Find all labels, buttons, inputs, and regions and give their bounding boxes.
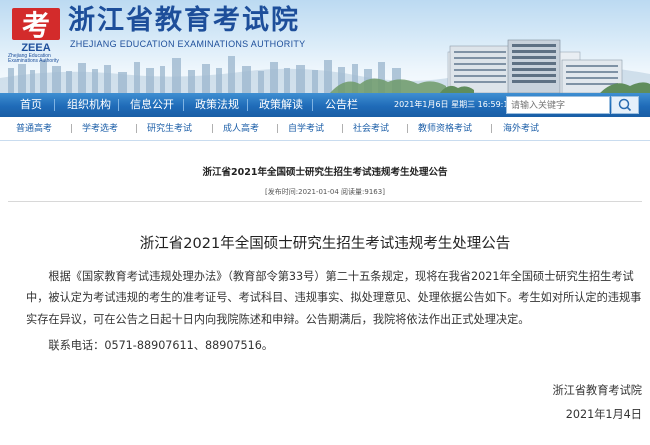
nav-separator [54, 99, 55, 111]
subnav-item-social[interactable]: 社会考试 [353, 117, 389, 141]
article-meta: [发布时间:2021-01-04 阅读量:9163] [265, 188, 385, 196]
nav-item-policies[interactable]: 政策法规 [195, 93, 239, 117]
article-signature-org: 浙江省教育考试院 [552, 384, 642, 397]
subnav-item-xuekao[interactable]: 学考选考 [82, 117, 118, 141]
current-datetime: 2021年1月6日 星期三 16:59:11 [394, 100, 514, 109]
site-name-english: ZHEJIANG EDUCATION EXAMINATIONS AUTHORIT… [70, 39, 306, 49]
subnav-item-graduate[interactable]: 研究生考试 [147, 117, 192, 141]
nav-item-public-info[interactable]: 信息公开 [130, 93, 174, 117]
article-content: 浙江省2021年全国硕士研究生招生考试违规考生处理公告 [发布时间:2021-0… [0, 141, 650, 445]
article-title: 浙江省2021年全国硕士研究生招生考试违规考生处理公告 [139, 236, 511, 252]
nav-separator [312, 99, 313, 111]
subnav-item-teacher[interactable]: 教师资格考试 [418, 117, 472, 141]
article-divider [8, 201, 642, 202]
search-icon [618, 98, 632, 112]
logo-english-text: Zhejiang Education Examinations Authorit… [8, 53, 59, 64]
subnav-separator: | [490, 124, 494, 134]
site-name: 浙江省教育考试院 [68, 5, 300, 36]
article-header-title: 浙江省2021年全国硕士研究生招生考试违规考生处理公告 [202, 167, 448, 178]
subnav-separator: | [211, 124, 215, 134]
nav-item-home[interactable]: 首页 [20, 93, 42, 117]
article-body: 根据《国家教育考试违规处理办法》（教育部令第33号）第二十五条规定，现将在我省2… [26, 270, 642, 326]
category-nav: 普通高考 | 学考选考 | 研究生考试 | 成人高考 | 自学考试 | 社会考试… [0, 117, 650, 141]
logo-mark-text: 考 [22, 9, 50, 42]
site-banner: 考 ZEEA Zhejiang Education Examinations A… [0, 0, 650, 93]
subnav-separator: | [70, 124, 74, 134]
subnav-item-overseas[interactable]: 海外考试 [503, 117, 539, 141]
subnav-separator: | [341, 124, 345, 134]
search-input[interactable] [506, 96, 610, 114]
nav-separator [183, 99, 184, 111]
logo-icon[interactable]: 考 ZEEA [10, 6, 62, 54]
nav-item-policy-interpretation[interactable]: 政策解读 [259, 93, 303, 117]
subnav-separator: | [135, 124, 139, 134]
article-contact: 联系电话：0571-88907611、88907516。 [48, 339, 274, 352]
subnav-item-adult[interactable]: 成人高考 [223, 117, 259, 141]
subnav-item-gaokao[interactable]: 普通高考 [16, 117, 52, 141]
subnav-separator: | [406, 124, 410, 134]
nav-item-bulletin[interactable]: 公告栏 [325, 93, 358, 117]
search-button[interactable] [611, 96, 639, 114]
nav-separator [118, 99, 119, 111]
nav-item-organization[interactable]: 组织机构 [67, 93, 111, 117]
article-signature-date: 2021年1月4日 [565, 408, 642, 421]
subnav-separator: | [276, 124, 280, 134]
subnav-item-self-study[interactable]: 自学考试 [288, 117, 324, 141]
nav-separator [247, 99, 248, 111]
